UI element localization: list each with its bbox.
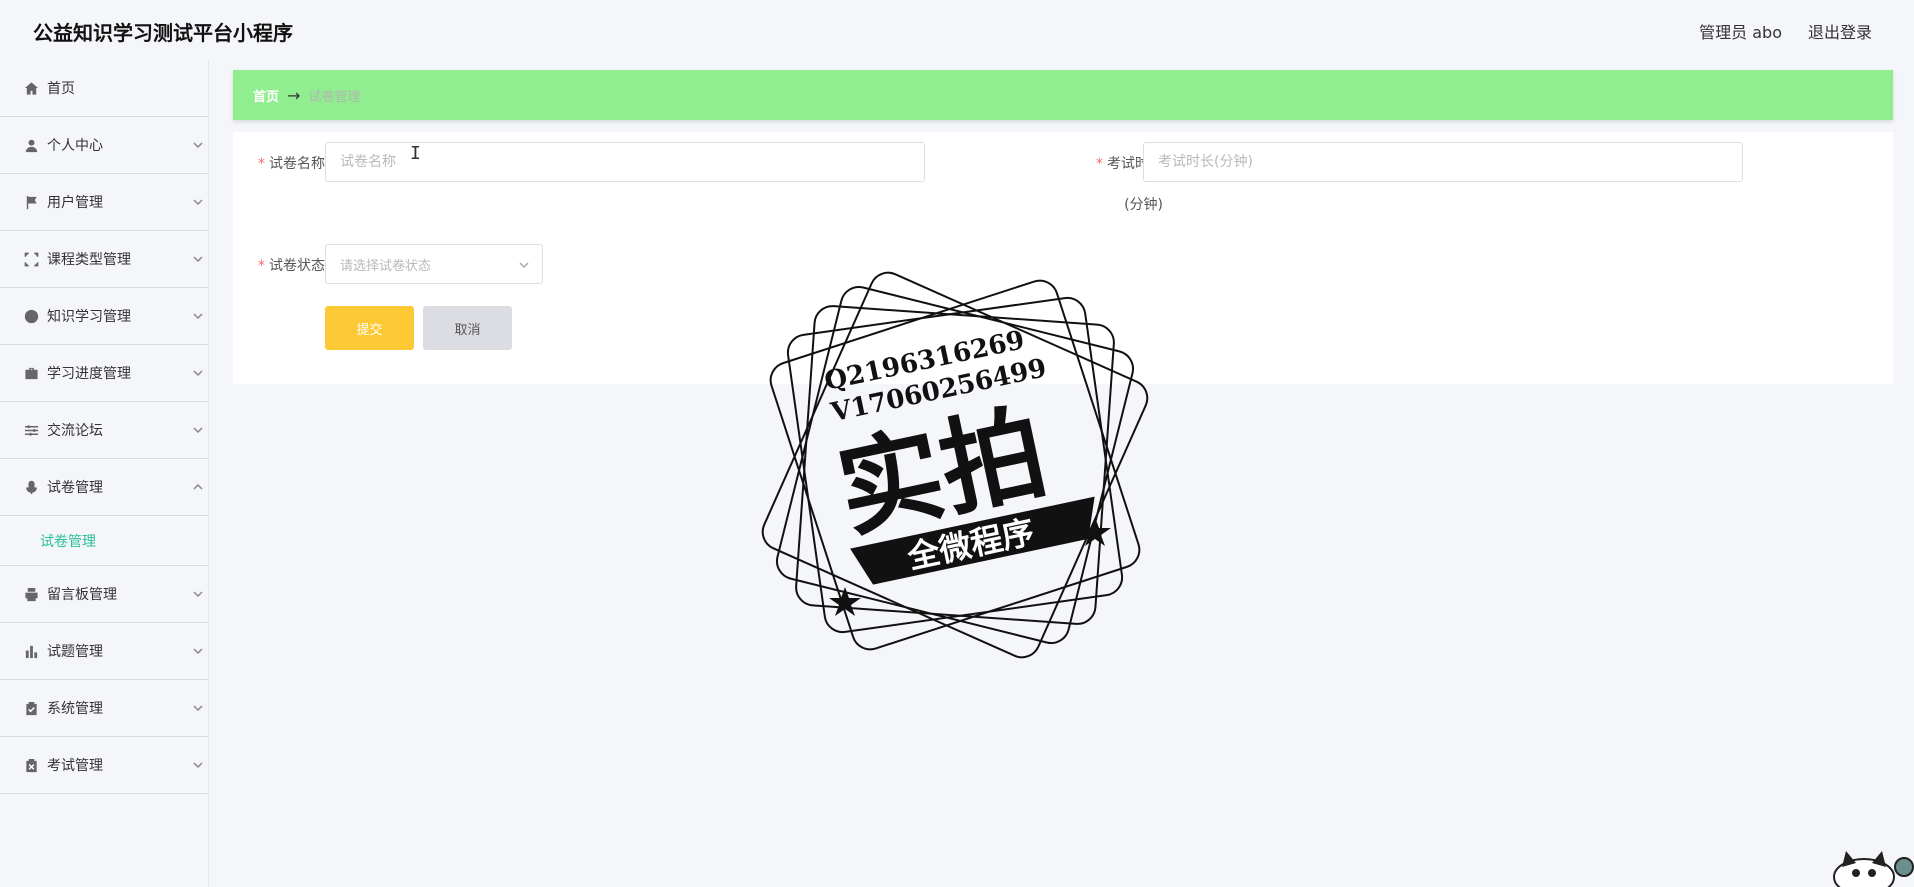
microphone-icon xyxy=(22,478,40,496)
sidebar-item-learning-progress[interactable]: 学习进度管理 xyxy=(0,345,208,402)
chevron-up-icon xyxy=(192,481,204,493)
sliders-icon xyxy=(22,421,40,439)
briefcase-icon xyxy=(22,364,40,382)
sidebar-item-label: 试题管理 xyxy=(47,644,103,660)
clipboard-check-icon xyxy=(22,699,40,717)
breadcrumb: 首页 → 试卷管理 xyxy=(233,70,1893,120)
sidebar-item-question-management[interactable]: 试题管理 xyxy=(0,623,208,680)
text-cursor-icon: I xyxy=(410,143,421,164)
top-bar: 公益知识学习测试平台小程序 管理员 abo 退出登录 xyxy=(0,0,1914,60)
sidebar-item-label: 用户管理 xyxy=(47,195,103,211)
logout-link[interactable]: 退出登录 xyxy=(1808,19,1872,43)
sidebar-item-label: 个人中心 xyxy=(47,138,103,154)
sidebar-item-label: 课程类型管理 xyxy=(47,252,131,268)
user-icon xyxy=(22,136,40,154)
sidebar-item-user-management[interactable]: 用户管理 xyxy=(0,174,208,231)
chevron-down-icon xyxy=(192,310,204,322)
sidebar-item-label: 系统管理 xyxy=(47,701,103,717)
breadcrumb-separator: → xyxy=(287,85,301,105)
sidebar-item-label: 试卷管理 xyxy=(47,480,103,496)
sidebar-item-knowledge-learning[interactable]: 知识学习管理 xyxy=(0,288,208,345)
sidebar-item-label: 首页 xyxy=(47,81,75,97)
chevron-down-icon xyxy=(192,702,204,714)
chevron-down-icon xyxy=(192,759,204,771)
breadcrumb-current: 试卷管理 xyxy=(308,89,361,105)
exam-duration-input[interactable] xyxy=(1143,142,1743,182)
sidebar-item-exam-paper[interactable]: 试卷管理 xyxy=(0,459,208,516)
sidebar-item-home[interactable]: 首页 xyxy=(0,60,208,117)
chevron-down-icon xyxy=(192,253,204,265)
user-area: 管理员 abo 退出登录 xyxy=(1699,19,1872,43)
paper-status-select[interactable]: 请选择试卷状态 xyxy=(325,244,543,284)
chevron-down-icon xyxy=(192,424,204,436)
exam-duration-unit: (分钟) xyxy=(1124,197,1163,213)
app-title: 公益知识学习测试平台小程序 xyxy=(33,21,293,45)
chevron-down-icon xyxy=(192,588,204,600)
sidebar-item-label: 交流论坛 xyxy=(47,423,103,439)
sidebar-item-label: 留言板管理 xyxy=(47,587,117,603)
mascot-icon xyxy=(1833,851,1914,887)
chevron-down-icon xyxy=(518,259,530,271)
paper-status-label: * 试卷状态 xyxy=(258,258,325,274)
sidebar: 首页 个人中心 用户管理 课程类型管理 知识学习管理 学习进度管理 交流论坛 试… xyxy=(0,60,209,887)
submit-button[interactable]: 提交 xyxy=(325,306,414,350)
sidebar-item-forum[interactable]: 交流论坛 xyxy=(0,402,208,459)
home-icon xyxy=(22,79,40,97)
breadcrumb-home[interactable]: 首页 xyxy=(253,86,279,105)
sidebar-item-label: 学习进度管理 xyxy=(47,366,131,382)
sidebar-item-label: 知识学习管理 xyxy=(47,309,131,325)
current-user[interactable]: 管理员 abo xyxy=(1699,19,1782,43)
chevron-down-icon xyxy=(192,139,204,151)
sidebar-item-exam-management[interactable]: 考试管理 xyxy=(0,737,208,794)
submenu-exam-paper[interactable]: 试卷管理 xyxy=(0,516,208,566)
bar-chart-icon xyxy=(22,642,40,660)
flag-icon xyxy=(22,193,40,211)
sidebar-item-message-board[interactable]: 留言板管理 xyxy=(0,566,208,623)
sidebar-item-label: 考试管理 xyxy=(47,758,103,774)
chevron-down-icon xyxy=(192,645,204,657)
sidebar-item-course-type[interactable]: 课程类型管理 xyxy=(0,231,208,288)
watermark-stamp: Q2196316269 V17060256499 实拍 全微程序 xyxy=(761,271,1149,659)
sidebar-item-system-management[interactable]: 系统管理 xyxy=(0,680,208,737)
lifebuoy-icon xyxy=(22,307,40,325)
paper-status-placeholder: 请选择试卷状态 xyxy=(340,258,432,274)
clipboard-x-icon xyxy=(22,756,40,774)
frame-icon xyxy=(22,250,40,268)
printer-icon xyxy=(22,585,40,603)
chevron-down-icon xyxy=(192,196,204,208)
chevron-down-icon xyxy=(192,367,204,379)
cancel-button[interactable]: 取消 xyxy=(423,306,512,350)
sidebar-item-personal-center[interactable]: 个人中心 xyxy=(0,117,208,174)
paper-name-label: * 试卷名称 xyxy=(258,156,325,172)
